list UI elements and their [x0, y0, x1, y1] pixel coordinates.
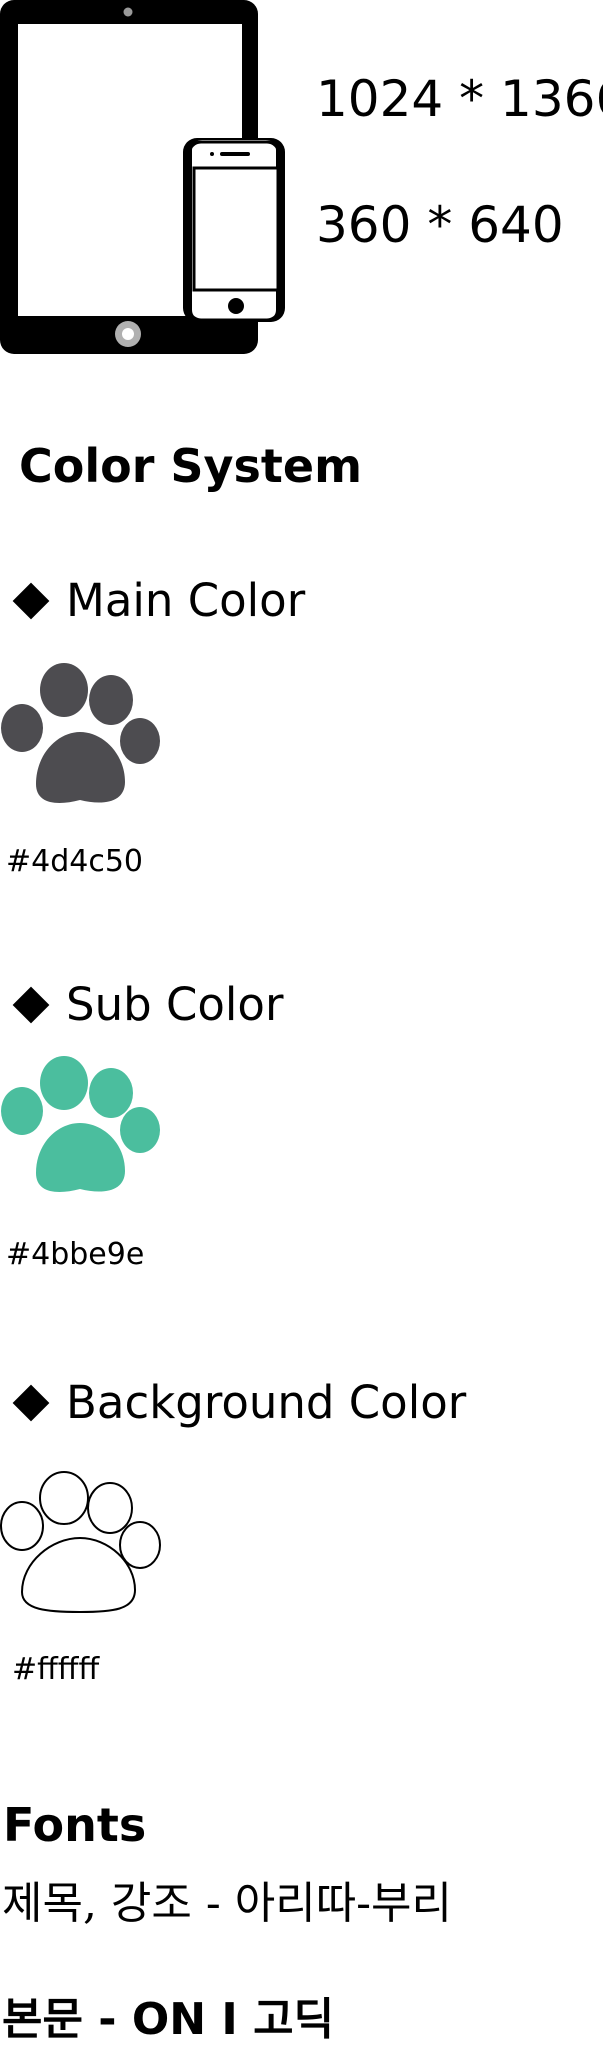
diamond-bullet-icon: [12, 582, 50, 619]
tablet-resolution: 1024 * 1366: [316, 70, 603, 128]
paw-icon-main: [1, 663, 160, 803]
font-line-body: 본문 - ON I 고딕: [2, 1994, 335, 2045]
diamond-bullet-icon: [12, 986, 50, 1023]
sub-color-hex: #4bbe9e: [6, 1237, 145, 1272]
fonts-title: Fonts: [3, 1798, 147, 1852]
color-system-title: Color System: [19, 439, 363, 493]
main-color-hex: #4d4c50: [6, 844, 144, 879]
devices-illustration: [0, 0, 285, 354]
main-color-label: Main Color: [66, 574, 306, 627]
diamond-bullet-icon: [12, 1384, 50, 1421]
paw-icon-background: [0, 1471, 161, 1614]
paw-icon-sub: [1, 1056, 160, 1192]
phone-resolution: 360 * 640: [316, 196, 564, 254]
phone-icon: [183, 138, 285, 322]
font-line-headings: 제목, 강조 - 아리따-부리: [2, 1878, 452, 1929]
background-color-label: Background Color: [66, 1376, 467, 1429]
background-color-heading: Background Color: [12, 1380, 466, 1425]
main-color-heading: Main Color: [12, 578, 305, 623]
sub-color-heading: Sub Color: [12, 982, 283, 1027]
sub-color-label: Sub Color: [66, 978, 284, 1031]
background-color-hex: #ffffff: [12, 1652, 100, 1687]
